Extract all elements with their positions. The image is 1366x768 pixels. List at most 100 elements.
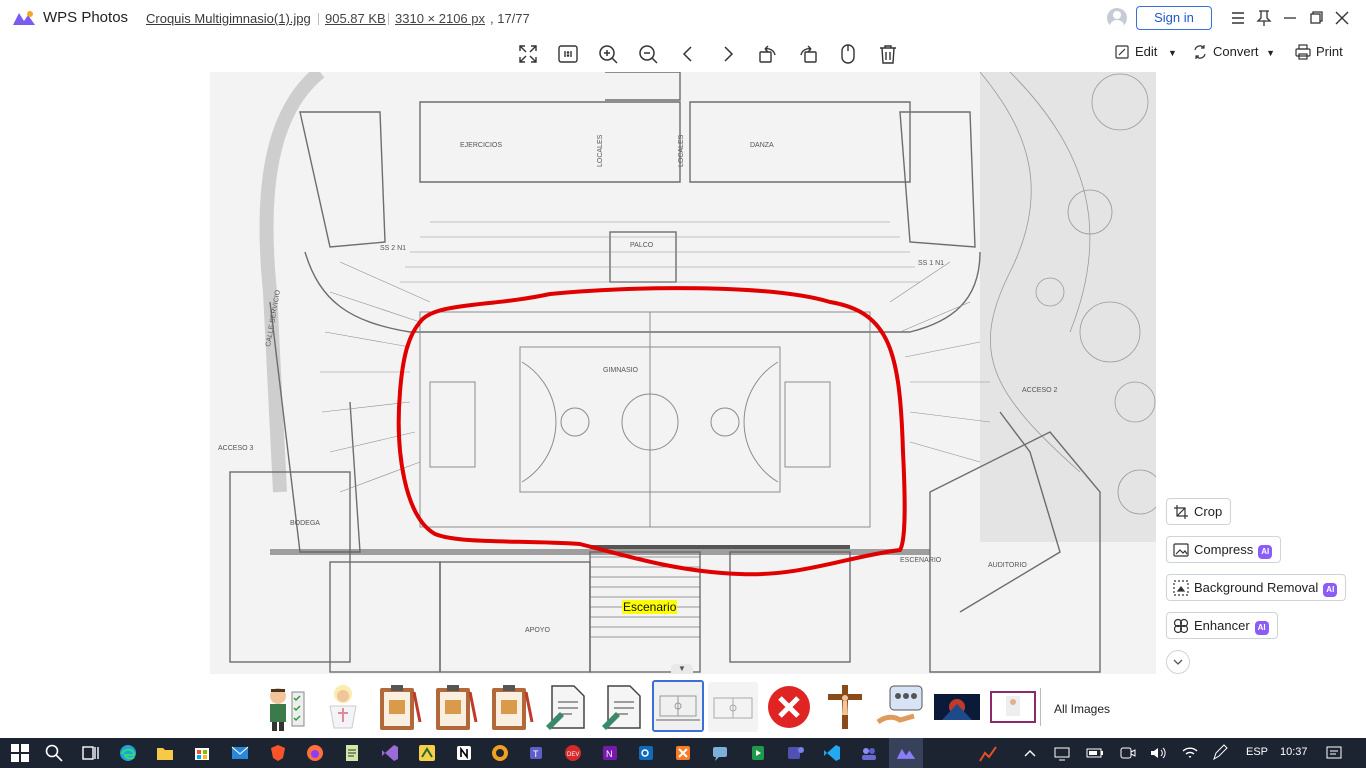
outlook-icon[interactable] — [636, 743, 656, 763]
plan-label-palco: PALCO — [630, 242, 654, 249]
language-indicator[interactable]: ESP — [1246, 746, 1268, 758]
convert-menu[interactable]: Convert ▼ — [1192, 44, 1275, 60]
svg-text:N: N — [606, 749, 613, 759]
windows-start-icon[interactable] — [10, 743, 30, 763]
svg-text:T: T — [533, 749, 539, 759]
xampp-icon[interactable] — [673, 743, 693, 763]
thumbnail-team-hand[interactable] — [876, 682, 926, 732]
ai-badge-icon: AI — [1323, 583, 1338, 597]
store-icon[interactable] — [192, 743, 212, 763]
volume-icon[interactable] — [1148, 743, 1168, 763]
rotate-right-icon[interactable] — [796, 42, 820, 66]
clock[interactable]: 10:37 — [1280, 746, 1308, 758]
pen-icon[interactable] — [1210, 743, 1230, 763]
image-viewer[interactable]: EJERCICIOS DANZA PALCO GIMNASIO BODEGA A… — [0, 72, 1366, 674]
close-icon[interactable] — [1329, 6, 1355, 30]
pin-icon[interactable] — [1251, 6, 1277, 30]
enhancer-button[interactable]: Enhancer AI — [1166, 612, 1278, 639]
network-chart-icon[interactable] — [978, 743, 998, 763]
windows-taskbar: T DEV N ESP 10:37 — [0, 738, 1366, 768]
thumbnail-angel[interactable] — [318, 682, 368, 732]
brave-browser-icon[interactable] — [268, 743, 288, 763]
plan-label-locales-2: LOCALES — [678, 134, 685, 167]
file-name-link[interactable]: Croquis Multigimnasio(1).jpg — [146, 11, 311, 26]
teams-icon[interactable]: T — [527, 743, 547, 763]
onenote-icon[interactable]: N — [600, 743, 620, 763]
compress-label: Compress — [1194, 542, 1254, 557]
edge-browser-icon[interactable] — [118, 743, 138, 763]
teams-work-icon[interactable] — [785, 743, 805, 763]
thumbnail-clipboard-box-1[interactable] — [374, 682, 424, 732]
expand-tools-button[interactable] — [1166, 650, 1190, 674]
chat-app-icon[interactable] — [710, 743, 730, 763]
image-dimensions[interactable]: 3310 × 2106 px — [395, 11, 485, 26]
previous-icon[interactable] — [676, 42, 700, 66]
thumbnail-document-pen-2[interactable] — [598, 682, 648, 732]
next-icon[interactable] — [716, 42, 740, 66]
app-icon-compass[interactable] — [490, 743, 510, 763]
restore-icon[interactable] — [1303, 6, 1329, 30]
file-explorer-icon[interactable] — [155, 743, 175, 763]
dev-app-icon[interactable]: DEV — [563, 743, 583, 763]
battery-icon[interactable] — [1085, 743, 1105, 763]
thumbnail-clipboard-box-2[interactable] — [430, 682, 480, 732]
fullscreen-icon[interactable] — [516, 42, 540, 66]
edit-menu[interactable]: Edit ▼ — [1114, 44, 1177, 60]
thumbnail-slide[interactable] — [988, 682, 1038, 732]
visual-studio-icon[interactable] — [380, 743, 400, 763]
vscode-icon[interactable] — [822, 743, 842, 763]
crop-button[interactable]: Crop — [1166, 498, 1232, 525]
thumbnail-plan-2[interactable] — [708, 682, 758, 732]
zoom-in-icon[interactable] — [596, 42, 620, 66]
notepad-icon[interactable] — [342, 743, 362, 763]
plan-label-ss1: SS 1 N1 — [918, 260, 944, 267]
notifications-icon[interactable] — [1324, 743, 1344, 763]
print-label: Print — [1316, 44, 1343, 59]
architectural-plan-image: EJERCICIOS DANZA PALCO GIMNASIO BODEGA A… — [210, 72, 1156, 674]
background-removal-button[interactable]: Background Removal AI — [1166, 574, 1347, 601]
plan-label-acceso3: ACCESO 3 — [218, 445, 254, 452]
delete-icon[interactable] — [876, 42, 900, 66]
chevron-up-icon[interactable] — [1020, 743, 1040, 763]
notion-icon[interactable] — [454, 743, 474, 763]
all-images-link[interactable]: All Images — [1054, 702, 1110, 716]
wps-photos-taskbar-button[interactable] — [889, 738, 923, 768]
user-avatar-icon[interactable] — [1107, 8, 1127, 28]
wifi-icon[interactable] — [1180, 743, 1200, 763]
enhancer-label: Enhancer — [1194, 618, 1250, 633]
menu-icon[interactable] — [1225, 6, 1251, 30]
display-icon[interactable] — [1052, 743, 1072, 763]
search-icon[interactable] — [44, 743, 64, 763]
plan-label-escenario: ESCENARIO — [900, 557, 942, 564]
mouse-wheel-icon[interactable] — [836, 42, 860, 66]
meet-now-icon[interactable] — [1118, 743, 1138, 763]
thumbnail-crucifix[interactable] — [820, 682, 870, 732]
convert-label: Convert — [1213, 44, 1259, 59]
mail-icon[interactable] — [230, 743, 250, 763]
zoom-out-icon[interactable] — [636, 42, 660, 66]
app-icon-yellow[interactable] — [417, 743, 437, 763]
thumbnail-teacher-checklist[interactable] — [262, 682, 312, 732]
edit-icon — [1115, 45, 1129, 59]
actual-size-icon[interactable] — [556, 42, 580, 66]
minimize-icon[interactable] — [1277, 6, 1303, 30]
compress-button[interactable]: Compress AI — [1166, 536, 1282, 563]
collapse-filmstrip-button[interactable]: ▼ — [671, 664, 693, 674]
thumbnail-dark-poster[interactable] — [932, 682, 982, 732]
rotate-left-icon[interactable] — [756, 42, 780, 66]
file-size[interactable]: 905.87 KB — [325, 11, 386, 26]
green-app-icon[interactable] — [748, 743, 768, 763]
thumbnail-document-pen-1[interactable] — [542, 682, 592, 732]
thumbnail-red-x[interactable] — [764, 682, 814, 732]
enhancer-icon — [1173, 618, 1189, 634]
app-icon-people[interactable] — [859, 743, 879, 763]
sign-in-button[interactable]: Sign in — [1136, 6, 1212, 30]
background-removal-icon — [1173, 580, 1189, 596]
firefox-icon[interactable] — [305, 743, 325, 763]
plan-label-bodega: BODEGA — [290, 520, 320, 527]
print-button[interactable]: Print — [1295, 44, 1343, 60]
thumbnail-plan-current[interactable] — [652, 680, 704, 732]
task-view-icon[interactable] — [80, 743, 100, 763]
thumbnail-clipboard-box-3[interactable] — [486, 682, 536, 732]
divider — [318, 13, 319, 25]
